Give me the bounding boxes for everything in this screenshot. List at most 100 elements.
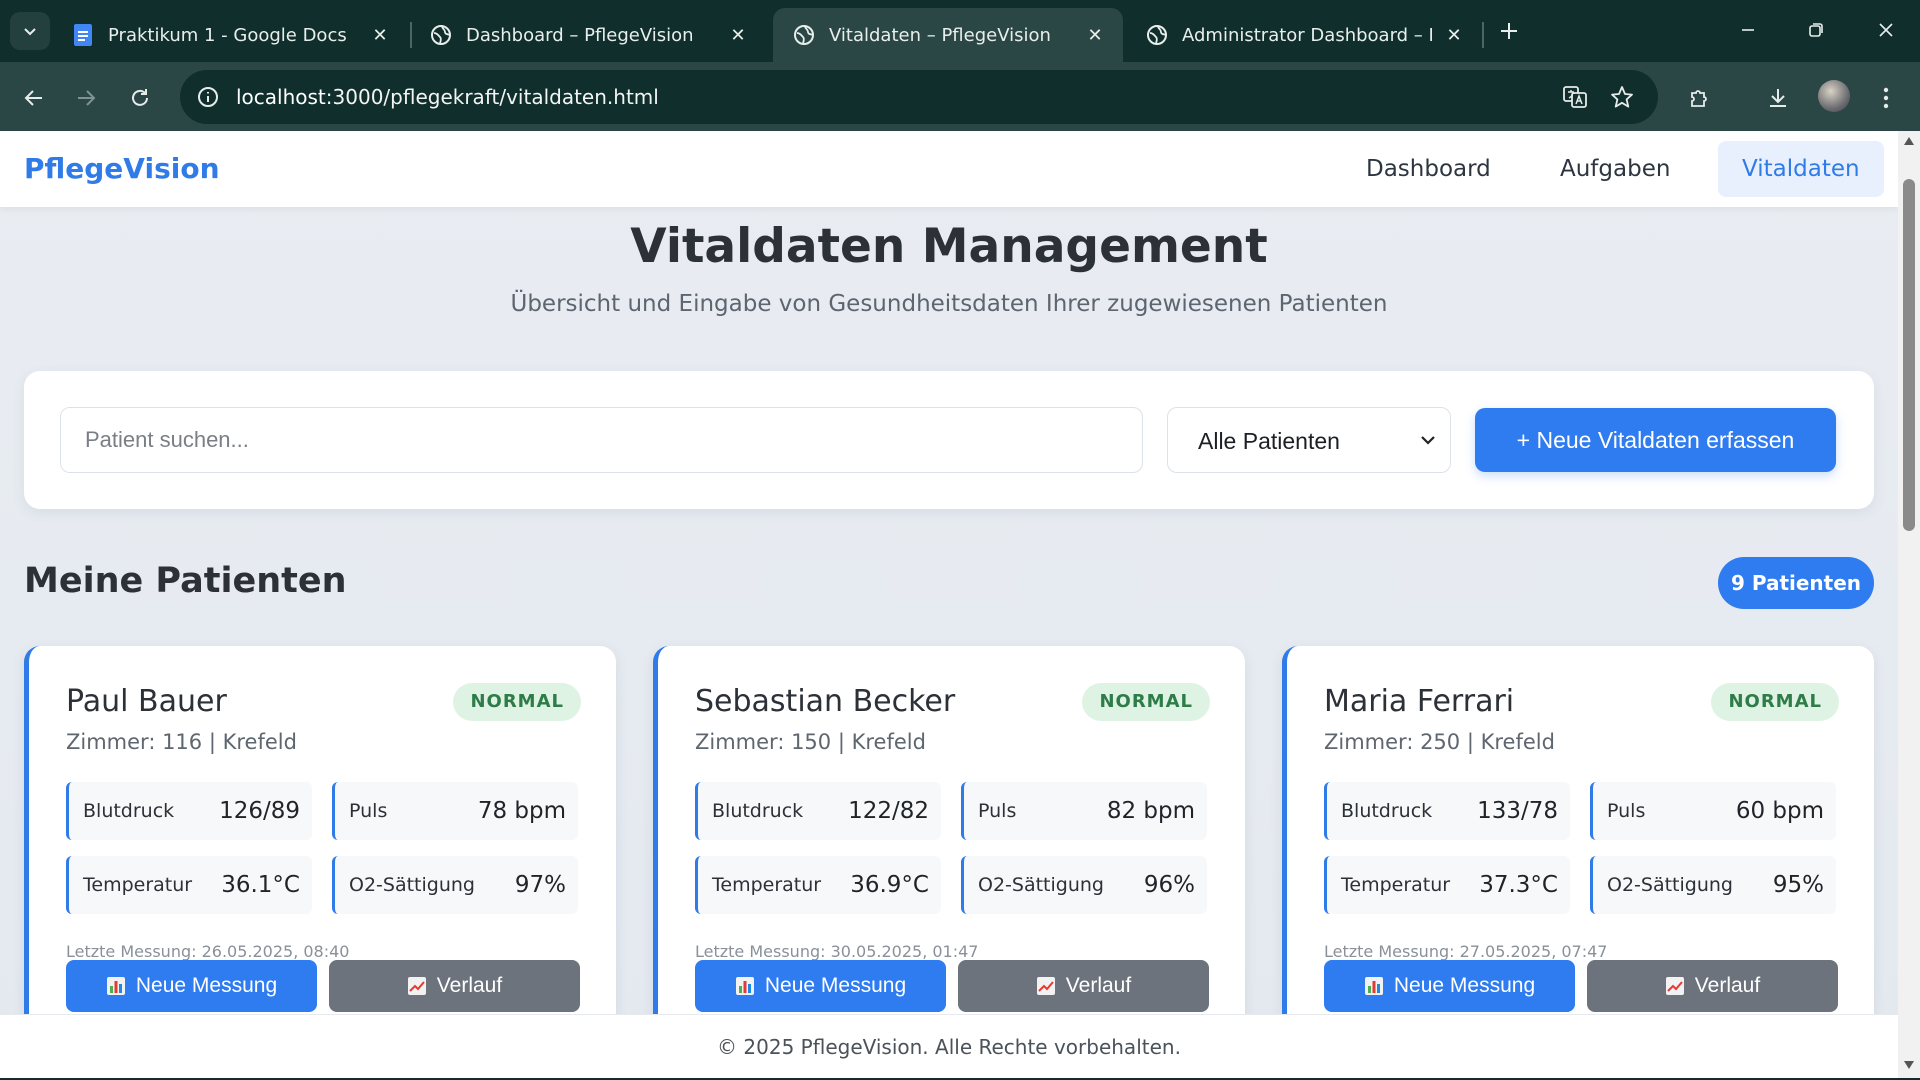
last-measurement: Letzte Messung: 27.05.2025, 07:47	[1324, 942, 1608, 961]
close-window-button[interactable]	[1866, 10, 1906, 50]
close-tab-icon[interactable]: ✕	[1083, 23, 1107, 47]
restore-window-button[interactable]	[1796, 10, 1836, 50]
button-label: Verlauf	[436, 974, 503, 997]
vital-oxygen: O2-Sättigung 96%	[961, 856, 1207, 914]
vital-label: Temperatur	[83, 874, 193, 896]
patient-room: Zimmer: 150 | Krefeld	[695, 730, 926, 754]
vital-value: 133/78	[1477, 798, 1558, 824]
history-button[interactable]: Verlauf	[1587, 960, 1838, 1012]
patient-search-input[interactable]	[60, 407, 1143, 473]
forward-button[interactable]	[66, 78, 106, 118]
scrollbar-thumb[interactable]	[1903, 179, 1915, 531]
browser-tab-dashboard[interactable]: Dashboard – PflegeVision ✕	[410, 8, 766, 62]
vital-pulse: Puls 78 bpm	[332, 782, 578, 840]
trend-chart-icon	[1665, 977, 1684, 996]
vital-value: 78 bpm	[477, 798, 566, 824]
vital-value: 36.9°C	[850, 872, 929, 898]
minimize-window-button[interactable]	[1728, 10, 1768, 50]
patient-filter-select[interactable]: Alle Patienten	[1167, 407, 1451, 473]
vital-value: 95%	[1772, 872, 1824, 898]
translate-icon[interactable]	[1560, 82, 1590, 112]
scroll-down-arrow[interactable]	[1904, 1061, 1914, 1069]
bookmark-star-icon[interactable]	[1607, 82, 1637, 112]
new-measurement-button[interactable]: Neue Messung	[695, 960, 946, 1012]
vital-temperature: Temperatur 37.3°C	[1324, 856, 1570, 914]
new-measurement-button[interactable]: Neue Messung	[1324, 960, 1575, 1012]
section-title: Meine Patienten	[24, 561, 347, 601]
downloads-button[interactable]	[1758, 78, 1798, 118]
bar-chart-icon	[1364, 977, 1383, 996]
site-info-icon[interactable]	[194, 83, 222, 111]
vital-label: Blutdruck	[1341, 800, 1433, 822]
back-button[interactable]	[14, 78, 54, 118]
page-viewport: PflegeVision Dashboard Aufgaben Vitaldat…	[0, 131, 1898, 1078]
nav-link-vitaldaten[interactable]: Vitaldaten	[1718, 141, 1884, 197]
reload-button[interactable]	[120, 78, 160, 118]
bar-chart-icon	[735, 977, 754, 996]
trend-chart-icon	[1036, 977, 1055, 996]
globe-icon	[430, 24, 452, 46]
download-icon	[1770, 89, 1786, 107]
nav-link-aufgaben[interactable]: Aufgaben	[1536, 141, 1694, 197]
vital-blood-pressure: Blutdruck 126/89	[66, 782, 312, 840]
close-tab-icon[interactable]: ✕	[368, 23, 392, 47]
plus-icon	[1501, 23, 1517, 39]
trend-chart-icon	[407, 977, 426, 996]
page-scrollbar[interactable]	[1898, 131, 1920, 1078]
arrow-left-icon	[24, 90, 42, 106]
last-measurement: Letzte Messung: 30.05.2025, 01:47	[695, 942, 979, 961]
chevron-down-icon	[1421, 436, 1435, 445]
page-subtitle: Übersicht und Eingabe von Gesundheitsdat…	[510, 291, 1388, 317]
minimize-icon	[1742, 29, 1754, 31]
patient-name: Paul Bauer	[66, 684, 227, 719]
tab-separator	[1482, 22, 1484, 48]
vital-blood-pressure: Blutdruck 122/82	[695, 782, 941, 840]
status-badge: NORMAL	[453, 683, 581, 721]
tab-title: Vitaldaten – PflegeVision	[829, 24, 1051, 46]
patient-card: Paul Bauer NORMAL Zimmer: 116 | Krefeld …	[24, 646, 616, 1066]
vital-value: 60 bpm	[1735, 798, 1824, 824]
url-host: localhost	[236, 85, 326, 109]
vital-value: 82 bpm	[1106, 798, 1195, 824]
brand-logo[interactable]: PflegeVision	[24, 131, 220, 207]
vital-pulse: Puls 60 bpm	[1590, 782, 1836, 840]
status-badge: NORMAL	[1082, 683, 1210, 721]
browser-tab-google-docs[interactable]: Praktikum 1 - Google Docs ✕	[52, 8, 408, 62]
vital-temperature: Temperatur 36.9°C	[695, 856, 941, 914]
globe-icon	[1146, 24, 1168, 46]
browser-tab-vitaldaten[interactable]: Vitaldaten – PflegeVision ✕	[773, 8, 1123, 62]
close-tab-icon[interactable]: ✕	[1442, 23, 1466, 47]
nav-link-dashboard[interactable]: Dashboard	[1342, 141, 1515, 197]
patient-room: Zimmer: 116 | Krefeld	[66, 730, 297, 754]
vital-oxygen: O2-Sättigung 97%	[332, 856, 578, 914]
vital-value: 97%	[514, 872, 566, 898]
browser-tab-strip: Praktikum 1 - Google Docs ✕ Dashboard – …	[0, 0, 1920, 62]
vital-value: 36.1°C	[221, 872, 300, 898]
close-tab-icon[interactable]: ✕	[726, 23, 750, 47]
tab-search-button[interactable]	[10, 12, 50, 50]
browser-menu-button[interactable]	[1866, 78, 1906, 118]
vital-label: O2-Sättigung	[1607, 874, 1733, 896]
new-tab-button[interactable]	[1492, 14, 1526, 48]
vital-temperature: Temperatur 36.1°C	[66, 856, 312, 914]
vital-label: Puls	[349, 800, 388, 822]
scroll-up-arrow[interactable]	[1904, 137, 1914, 145]
globe-icon	[793, 24, 815, 46]
history-button[interactable]: Verlauf	[958, 960, 1209, 1012]
last-measurement: Letzte Messung: 26.05.2025, 08:40	[66, 942, 350, 961]
new-measurement-button[interactable]: Neue Messung	[66, 960, 317, 1012]
arrow-right-icon	[78, 90, 96, 106]
add-vitals-button[interactable]: + Neue Vitaldaten erfassen	[1475, 408, 1836, 472]
vital-value: 37.3°C	[1479, 872, 1558, 898]
patient-count-badge: 9 Patienten	[1718, 557, 1874, 609]
vital-label: Blutdruck	[83, 800, 175, 822]
address-bar[interactable]: localhost:3000/pflegekraft/vitaldaten.ht…	[180, 70, 1658, 124]
button-label: Verlauf	[1694, 974, 1761, 997]
chevron-down-icon	[24, 28, 36, 36]
filter-panel: Alle Patienten + Neue Vitaldaten erfasse…	[24, 371, 1874, 509]
patient-card: Maria Ferrari NORMAL Zimmer: 250 | Krefe…	[1282, 646, 1874, 1066]
profile-avatar[interactable]	[1818, 80, 1850, 112]
extensions-button[interactable]	[1680, 78, 1720, 118]
history-button[interactable]: Verlauf	[329, 960, 580, 1012]
browser-tab-admin-dashboard[interactable]: Administrator Dashboard – Pfle ✕	[1126, 8, 1482, 62]
